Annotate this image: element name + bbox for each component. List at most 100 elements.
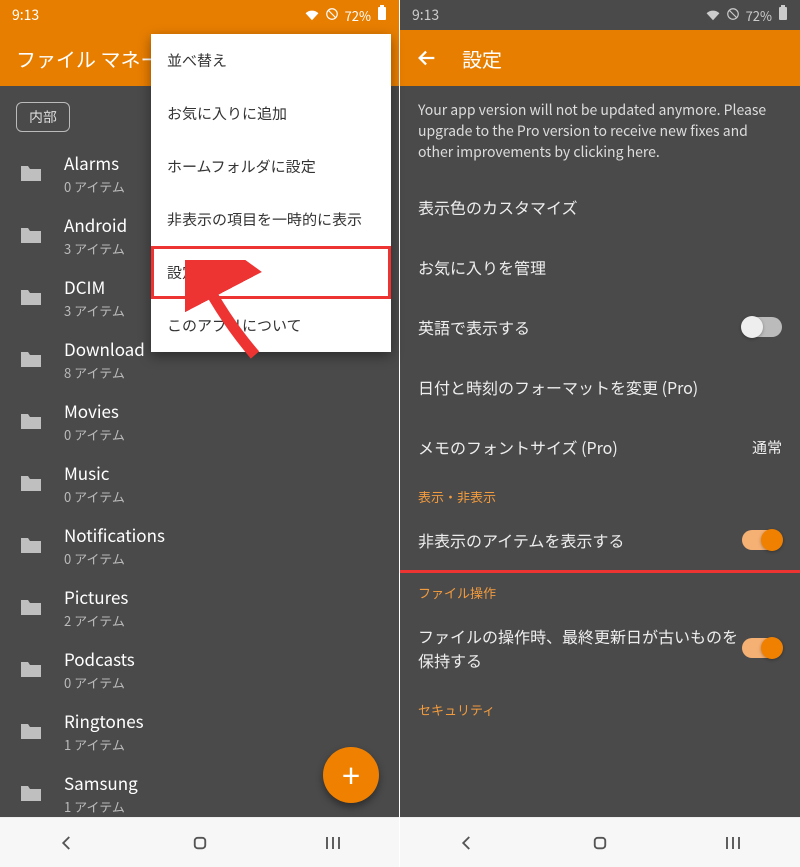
menu-hidden[interactable]: 非表示の項目を一時的に表示 xyxy=(151,193,391,246)
nav-recents-button[interactable] xyxy=(266,834,399,852)
fab-add-button[interactable]: + xyxy=(323,747,379,803)
file-texts: Samsung 1 アイテム xyxy=(64,770,138,816)
label: 表示色のカスタマイズ xyxy=(418,195,782,219)
file-texts: Movies 0 アイテム xyxy=(64,398,125,444)
label: 非表示のアイテムを表示する xyxy=(418,528,742,552)
file-texts: Pictures 2 アイテム xyxy=(64,584,128,630)
file-subtitle: 0 アイテム xyxy=(64,673,135,692)
android-nav-bar xyxy=(400,817,800,867)
settings-title: 設定 xyxy=(462,44,502,73)
upgrade-notice[interactable]: Your app version will not be updated any… xyxy=(400,86,800,177)
file-name: Movies xyxy=(64,398,125,423)
status-bar: 9:13 72% xyxy=(400,0,800,30)
status-time: 9:13 xyxy=(412,5,439,25)
nav-back-button[interactable] xyxy=(0,834,133,852)
file-name: Download xyxy=(64,336,145,361)
section-security: セキュリティ xyxy=(400,690,800,723)
file-name: Pictures xyxy=(64,584,128,609)
battery-icon xyxy=(778,5,788,25)
left-pane: 9:13 72% ファイル マネージャー 内部 Alarms0 アイテムAndr… xyxy=(0,0,400,867)
folder-icon xyxy=(16,468,46,498)
setting-customize-color[interactable]: 表示色のカスタマイズ xyxy=(400,177,800,237)
plus-icon: + xyxy=(342,752,360,798)
toggle-show-hidden[interactable] xyxy=(742,530,782,550)
file-subtitle: 0 アイテム xyxy=(64,549,165,568)
wifi-icon xyxy=(305,6,319,25)
file-subtitle: 2 アイテム xyxy=(64,611,128,630)
file-texts: Android3 アイテム xyxy=(64,212,127,258)
file-texts: Ringtones 1 アイテム xyxy=(64,708,144,754)
file-row[interactable]: Pictures 2 アイテム xyxy=(0,576,399,638)
folder-icon xyxy=(16,406,46,436)
setting-font-size[interactable]: メモのフォントサイズ (Pro) 通常 xyxy=(400,417,800,477)
file-name: Ringtones xyxy=(64,708,144,733)
file-name: Podcasts xyxy=(64,646,135,671)
file-texts: Notifications 0 アイテム xyxy=(64,522,165,568)
file-row[interactable]: Notifications 0 アイテム xyxy=(0,514,399,576)
folder-icon xyxy=(16,344,46,374)
nav-home-button[interactable] xyxy=(133,834,266,852)
file-texts: Download 8 アイテム xyxy=(64,336,145,382)
file-name: Notifications xyxy=(64,522,165,547)
overflow-menu: 並べ替え お気に入りに追加 ホームフォルダに設定 非表示の項目を一時的に表示 設… xyxy=(151,34,391,352)
battery-text: 72% xyxy=(746,6,772,25)
nav-back-button[interactable] xyxy=(400,834,533,852)
file-name: Android xyxy=(64,212,127,237)
toggle-english[interactable] xyxy=(742,317,782,337)
menu-about[interactable]: このアプリについて xyxy=(151,299,391,352)
file-texts: Alarms 0 アイテム xyxy=(64,150,125,196)
file-name: Music xyxy=(64,460,125,485)
file-row[interactable]: Music0 アイテム xyxy=(0,452,399,514)
settings-body[interactable]: Your app version will not be updated any… xyxy=(400,86,800,817)
file-name: Alarms xyxy=(64,150,125,175)
setting-date-format[interactable]: 日付と時刻のフォーマットを変更 (Pro) xyxy=(400,357,800,417)
label: ファイルの操作時、最終更新日が古いものを保持する xyxy=(418,624,742,672)
settings-header: 設定 xyxy=(400,30,800,86)
filter-chip-internal[interactable]: 内部 xyxy=(16,102,70,132)
label: 日付と時刻のフォーマットを変更 (Pro) xyxy=(418,375,782,399)
nav-home-button[interactable] xyxy=(533,834,666,852)
menu-settings[interactable]: 設定 xyxy=(151,246,391,299)
value: 通常 xyxy=(752,437,782,458)
folder-icon xyxy=(16,530,46,560)
file-subtitle: 3 アイテム xyxy=(64,301,125,320)
battery-text: 72% xyxy=(345,6,371,25)
menu-sort[interactable]: 並べ替え xyxy=(151,34,391,87)
battery-icon xyxy=(377,5,387,25)
folder-icon xyxy=(16,716,46,746)
folder-icon xyxy=(16,282,46,312)
do-not-disturb-icon xyxy=(325,6,339,25)
folder-icon xyxy=(16,778,46,808)
nav-recents-button[interactable] xyxy=(667,834,800,852)
file-subtitle: 1 アイテム xyxy=(64,797,138,816)
menu-home[interactable]: ホームフォルダに設定 xyxy=(151,140,391,193)
toggle-keep-date[interactable] xyxy=(742,638,782,658)
setting-show-hidden: 非表示のアイテムを表示する xyxy=(400,510,800,573)
file-texts: Podcasts 0 アイテム xyxy=(64,646,135,692)
do-not-disturb-icon xyxy=(726,6,740,25)
status-time: 9:13 xyxy=(12,5,39,25)
file-subtitle: 0 アイテム xyxy=(64,177,125,196)
file-name: DCIM xyxy=(64,274,125,299)
menu-favorite[interactable]: お気に入りに追加 xyxy=(151,87,391,140)
label: お気に入りを管理 xyxy=(418,255,782,279)
setting-english: 英語で表示する xyxy=(400,297,800,357)
folder-icon xyxy=(16,158,46,188)
setting-keep-date: ファイルの操作時、最終更新日が古いものを保持する xyxy=(400,606,800,690)
setting-manage-favorites[interactable]: お気に入りを管理 xyxy=(400,237,800,297)
android-nav-bar xyxy=(0,817,399,867)
right-pane: 9:13 72% 設定 Your app version will not be… xyxy=(400,0,800,867)
back-button[interactable] xyxy=(416,47,438,69)
file-subtitle: 8 アイテム xyxy=(64,363,145,382)
file-subtitle: 1 アイテム xyxy=(64,735,144,754)
file-subtitle: 0 アイテム xyxy=(64,425,125,444)
section-visibility: 表示・非表示 xyxy=(400,477,800,510)
folder-icon xyxy=(16,220,46,250)
wifi-icon xyxy=(706,6,720,25)
file-row[interactable]: Podcasts 0 アイテム xyxy=(0,638,399,700)
file-row[interactable]: Movies 0 アイテム xyxy=(0,390,399,452)
file-texts: DCIM 3 アイテム xyxy=(64,274,125,320)
file-texts: Music0 アイテム xyxy=(64,460,125,506)
status-bar: 9:13 72% xyxy=(0,0,399,30)
file-name: Samsung xyxy=(64,770,138,795)
